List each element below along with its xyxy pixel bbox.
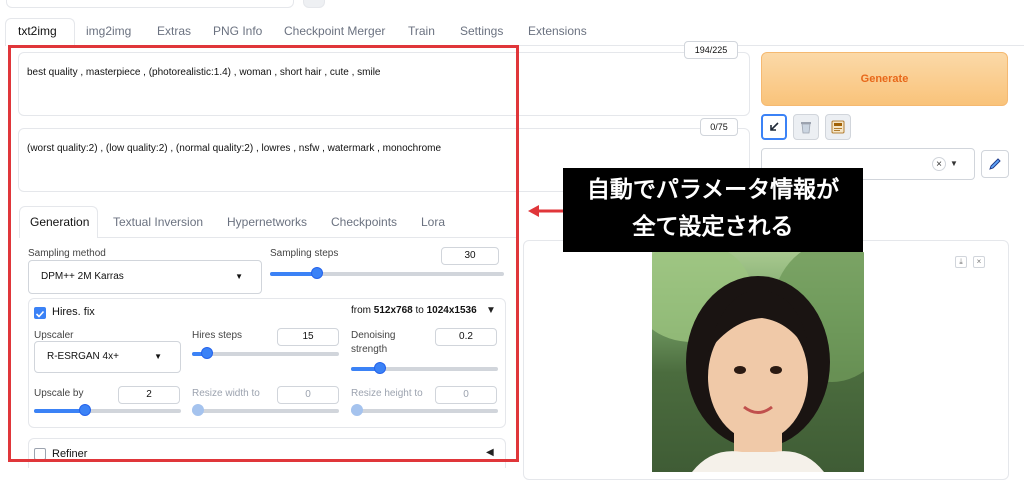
clear-prompt-button[interactable] xyxy=(793,114,819,140)
generated-image[interactable] xyxy=(652,252,864,472)
tab-png-info[interactable]: PNG Info xyxy=(213,24,262,38)
edit-styles-button[interactable] xyxy=(981,150,1009,178)
annotation-callout: 自動でパラメータ情報が 全て設定される xyxy=(563,168,863,252)
download-icon[interactable]: ⤓ xyxy=(955,256,967,268)
close-icon[interactable]: × xyxy=(973,256,985,268)
tab-txt2img[interactable]: txt2img xyxy=(18,24,57,38)
tab-extensions[interactable]: Extensions xyxy=(528,24,587,38)
card-icon xyxy=(831,120,845,134)
generated-portrait xyxy=(652,252,864,472)
extra-networks-button[interactable] xyxy=(825,114,851,140)
top-button-remnant[interactable] xyxy=(303,0,325,8)
styles-clear-icon[interactable]: × xyxy=(932,157,946,171)
prompt-token-counter: 194/225 xyxy=(684,41,738,59)
caret-down-icon: ▼ xyxy=(950,159,958,168)
arrow-down-left-icon xyxy=(770,122,779,131)
pencil-icon xyxy=(989,158,1001,170)
tab-checkpoint-merger[interactable]: Checkpoint Merger xyxy=(284,24,385,38)
highlight-box xyxy=(8,45,519,462)
tab-extras[interactable]: Extras xyxy=(157,24,191,38)
callout-line-1: 自動でパラメータ情報が xyxy=(586,176,840,202)
negative-token-counter: 0/75 xyxy=(700,118,738,136)
tab-train[interactable]: Train xyxy=(408,24,435,38)
trash-icon xyxy=(801,122,811,134)
tab-img2img[interactable]: img2img xyxy=(86,24,131,38)
red-arrow-icon xyxy=(528,205,564,217)
main-tab-bar xyxy=(0,18,1024,46)
callout-line-2: 全て設定される xyxy=(632,213,794,239)
generate-button[interactable]: Generate xyxy=(761,52,1008,106)
top-input-remnant xyxy=(6,0,294,8)
tab-settings[interactable]: Settings xyxy=(460,24,503,38)
read-params-button[interactable] xyxy=(761,114,787,140)
